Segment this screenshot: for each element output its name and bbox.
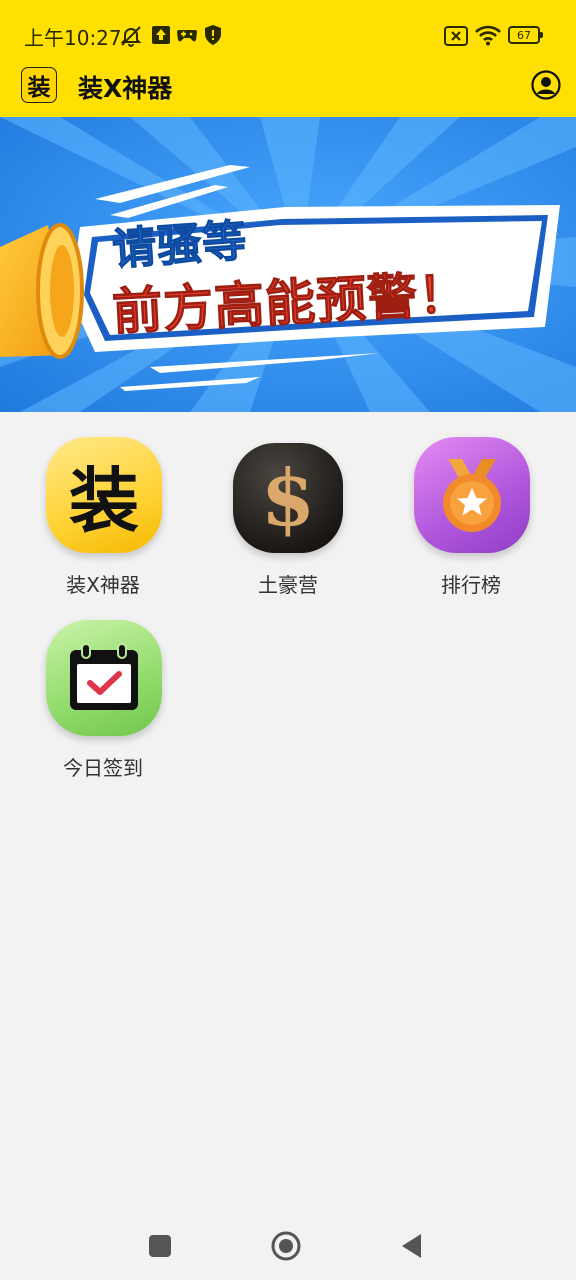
tile-ranking[interactable]: 排行榜 xyxy=(386,437,556,607)
gamepad-icon xyxy=(177,30,197,42)
top-bar: 上午10:27 67 装 装X神器 xyxy=(0,0,576,117)
status-bar: 上午10:27 67 xyxy=(0,0,576,60)
status-time: 上午10:27 xyxy=(24,26,122,50)
tile-tuhao[interactable]: $ 土豪营 xyxy=(203,437,373,607)
app-title: 装X神器 xyxy=(78,74,173,103)
profile-icon[interactable] xyxy=(531,70,561,100)
tile-label: 今日签到 xyxy=(63,756,143,780)
dollar-glyph: $ xyxy=(260,452,316,544)
battery-icon: 67 xyxy=(508,26,540,44)
medal-icon xyxy=(414,437,530,553)
battery-level: 67 xyxy=(517,28,531,42)
recents-button[interactable] xyxy=(149,1235,171,1257)
tile-label: 土豪营 xyxy=(258,573,318,597)
sim-off-icon xyxy=(444,26,468,46)
home-button[interactable] xyxy=(270,1230,302,1262)
upload-icon xyxy=(152,26,170,44)
promo-banner[interactable]: 请骚等 前方高能预警！ xyxy=(0,117,576,412)
shield-icon xyxy=(205,25,221,45)
app-logo-char: 装 xyxy=(27,75,51,101)
back-button[interactable] xyxy=(400,1232,424,1260)
battery-tip xyxy=(540,32,543,38)
tile-checkin[interactable]: 今日签到 xyxy=(18,620,188,790)
system-nav-bar xyxy=(0,1210,576,1280)
calendar-art xyxy=(70,643,138,710)
calendar-check-icon xyxy=(46,620,162,736)
tile-label: 排行榜 xyxy=(441,573,501,597)
tile-zhuang[interactable]: 装 装X神器 xyxy=(18,437,188,607)
zhuang-glyph: 装 xyxy=(69,459,139,542)
wifi-icon xyxy=(475,25,501,46)
mute-bell-icon xyxy=(120,26,142,47)
medal-art xyxy=(443,459,501,532)
zhuang-app-icon: 装 xyxy=(46,437,162,553)
dollar-icon: $ xyxy=(233,443,343,553)
tile-label: 装X神器 xyxy=(66,573,140,597)
app-logo: 装 xyxy=(21,67,57,103)
